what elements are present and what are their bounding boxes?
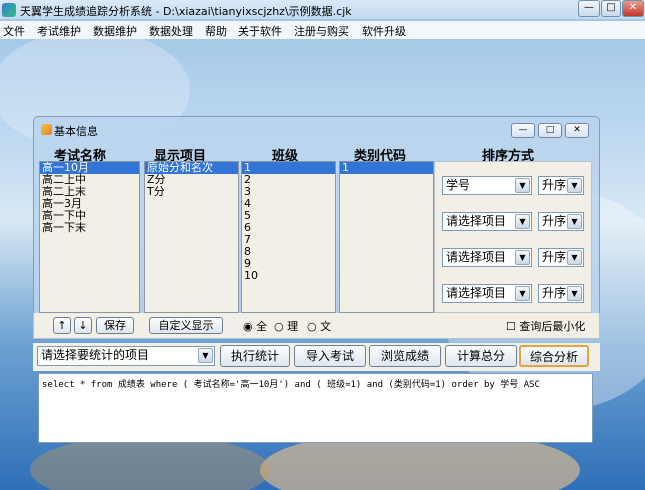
dialog-close-button[interactable]: ✕ — [565, 123, 589, 138]
menu-data-processing[interactable]: 数据处理 — [149, 23, 193, 39]
minimize-after-query-checkbox[interactable]: ☐ 查询后最小化 — [506, 318, 585, 334]
menu-bar: 文件 考试维护 数据维护 数据处理 帮助 关于软件 注册与购买 软件升级 — [0, 21, 645, 39]
dialog-minimize-button[interactable]: — — [511, 123, 535, 138]
stat-item-value: 请选择要统计的项目 — [41, 348, 150, 362]
list-item[interactable]: T分 — [145, 186, 238, 198]
sort-order-select-4[interactable]: 升序 ▼ — [538, 284, 584, 303]
chevron-down-icon[interactable]: ▼ — [567, 286, 582, 301]
sort-order-select-1[interactable]: 升序 ▼ — [538, 176, 584, 195]
dialog-title: 基本信息 — [54, 125, 98, 138]
list-item[interactable]: 8 — [242, 246, 335, 258]
sql-query-textarea[interactable]: select * from 成绩表 where ( 考试名称='高一10月') … — [38, 373, 593, 443]
list-item[interactable]: 5 — [242, 210, 335, 222]
basic-info-dialog: 基本信息 — □ ✕ 考试名称 显示项目 班级 类别代码 排序方式 高一10月 … — [33, 116, 600, 322]
title-bar: 天翼学生成绩追踪分析系统 - D:\xiazai\tianyixscjzhz\示… — [0, 0, 645, 20]
calculate-total-button[interactable]: 计算总分 — [445, 345, 517, 367]
sort-order-value: 升序 — [542, 286, 567, 300]
chevron-down-icon[interactable]: ▼ — [567, 178, 582, 193]
sort-field-value: 请选择项目 — [446, 214, 507, 228]
radio-all[interactable]: ◉ 全 — [243, 318, 267, 334]
radio-all-label: 全 — [256, 320, 268, 333]
move-up-button[interactable]: ↑ — [53, 317, 71, 334]
menu-file[interactable]: 文件 — [3, 23, 25, 39]
radio-arts[interactable]: ○ 文 — [307, 318, 331, 334]
dialog-maximize-button[interactable]: □ — [538, 123, 562, 138]
radio-arts-label: 文 — [320, 320, 332, 333]
save-button[interactable]: 保存 — [96, 317, 134, 334]
custom-display-button[interactable]: 自定义显示 — [149, 317, 223, 334]
display-item-list[interactable]: 原始分和名次 Z分 T分 — [144, 161, 239, 313]
browse-scores-button[interactable]: 浏览成绩 — [369, 345, 441, 367]
chevron-down-icon[interactable]: ▼ — [515, 286, 530, 301]
chevron-down-icon[interactable]: ▼ — [515, 214, 530, 229]
chevron-down-icon[interactable]: ▼ — [567, 214, 582, 229]
checkbox-label: 查询后最小化 — [519, 320, 586, 333]
import-exam-button[interactable]: 导入考试 — [294, 345, 366, 367]
sort-field-select-2[interactable]: 请选择项目 ▼ — [442, 212, 532, 231]
chevron-down-icon[interactable]: ▼ — [567, 250, 582, 265]
menu-register[interactable]: 注册与购买 — [294, 23, 349, 39]
list-item[interactable]: 10 — [242, 270, 335, 282]
list-item[interactable]: 3 — [242, 186, 335, 198]
sort-order-value: 升序 — [542, 250, 567, 264]
menu-about[interactable]: 关于软件 — [238, 23, 282, 39]
sort-order-value: 升序 — [542, 214, 567, 228]
menu-upgrade[interactable]: 软件升级 — [362, 23, 406, 39]
sort-order-value: 升序 — [542, 178, 567, 192]
list-item[interactable]: 7 — [242, 234, 335, 246]
sort-field-select-3[interactable]: 请选择项目 ▼ — [442, 248, 532, 267]
list-item[interactable]: 6 — [242, 222, 335, 234]
list-item[interactable]: 2 — [242, 174, 335, 186]
action-bar: 请选择要统计的项目 ▼ 执行统计 导入考试 浏览成绩 计算总分 综合分析 — [33, 343, 600, 371]
minimize-button[interactable]: — — [578, 0, 600, 17]
sort-panel: 学号 ▼ 升序 ▼ 请选择项目 ▼ 升序 ▼ 请选择项目 ▼ 升序 ▼ 请选择项… — [434, 161, 592, 313]
close-button[interactable]: ✕ — [622, 0, 644, 17]
comprehensive-analysis-button[interactable]: 综合分析 — [519, 345, 589, 367]
app-icon — [2, 3, 16, 17]
radio-science-label: 理 — [287, 320, 299, 333]
list-item[interactable]: 高一下末 — [40, 222, 139, 234]
dialog-control-row: ↑ ↓ 保存 自定义显示 ◉ 全 ○ 理 ○ 文 ☐ 查询后最小化 — [33, 313, 600, 339]
chevron-down-icon[interactable]: ▼ — [515, 250, 530, 265]
chevron-down-icon[interactable]: ▼ — [515, 178, 530, 193]
radio-science[interactable]: ○ 理 — [274, 318, 298, 334]
maximize-button[interactable]: □ — [601, 0, 621, 17]
sort-field-select-1[interactable]: 学号 ▼ — [442, 176, 532, 195]
list-item[interactable]: 1 — [242, 162, 335, 174]
stat-item-select[interactable]: 请选择要统计的项目 ▼ — [37, 346, 215, 366]
chevron-down-icon[interactable]: ▼ — [198, 348, 213, 363]
window-title: 天翼学生成绩追踪分析系统 - D:\xiazai\tianyixscjzhz\示… — [20, 5, 352, 18]
sort-field-value: 请选择项目 — [446, 250, 507, 264]
menu-help[interactable]: 帮助 — [205, 23, 227, 39]
class-list[interactable]: 1 2 3 4 5 6 7 8 9 10 — [241, 161, 336, 313]
list-item[interactable]: 4 — [242, 198, 335, 210]
list-item[interactable]: 1 — [340, 162, 433, 174]
sort-order-select-3[interactable]: 升序 ▼ — [538, 248, 584, 267]
sort-field-value: 学号 — [446, 178, 471, 192]
sort-field-value: 请选择项目 — [446, 286, 507, 300]
sort-field-select-4[interactable]: 请选择项目 ▼ — [442, 284, 532, 303]
dialog-icon — [41, 124, 52, 135]
menu-data-maintenance[interactable]: 数据维护 — [93, 23, 137, 39]
move-down-button[interactable]: ↓ — [74, 317, 92, 334]
run-statistics-button[interactable]: 执行统计 — [220, 345, 290, 367]
exam-name-list[interactable]: 高一10月 高二上中 高二上末 高一3月 高一下中 高一下末 — [39, 161, 140, 313]
menu-exam-maintenance[interactable]: 考试维护 — [37, 23, 81, 39]
category-code-list[interactable]: 1 — [339, 161, 434, 313]
sort-order-select-2[interactable]: 升序 ▼ — [538, 212, 584, 231]
